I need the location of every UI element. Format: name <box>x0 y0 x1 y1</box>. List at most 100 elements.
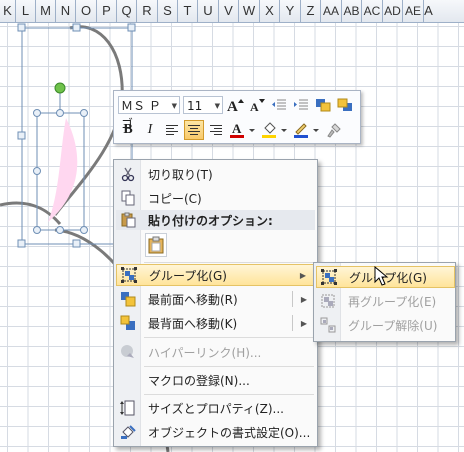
line-color-button[interactable] <box>292 120 322 140</box>
font-name-box[interactable]: ＭＳ Ｐゴ ▼ <box>118 96 180 131</box>
bring-forward-icon <box>316 99 331 112</box>
format-painter-icon <box>327 123 341 138</box>
align-center-button[interactable] <box>184 120 204 140</box>
split-separator <box>292 315 293 331</box>
menu-item-group[interactable]: グループ化(G) ▶ <box>116 264 315 286</box>
resize-handle[interactable] <box>17 131 26 140</box>
line-color-icon <box>294 123 319 138</box>
bring-to-front-icon <box>116 288 140 310</box>
paste-options-header: 貼り付けのオプション: <box>116 210 315 230</box>
dropdown-arrow-icon: ▼ <box>171 102 177 110</box>
menu-item-label: グループ化(G) <box>149 268 227 283</box>
menu-item-hyperlink: ハイパーリンク(H)... <box>116 341 315 363</box>
align-right-button[interactable] <box>206 120 226 140</box>
grow-font-icon: A <box>227 99 244 113</box>
resize-handle[interactable] <box>33 167 41 175</box>
split-separator <box>292 291 293 307</box>
resize-handle[interactable] <box>33 226 41 234</box>
send-backward-button[interactable] <box>335 95 355 115</box>
menu-item-bring-to-front[interactable]: 最前面へ移動(R) ▶ <box>116 288 315 310</box>
size-properties-icon <box>116 397 140 419</box>
resize-handle[interactable] <box>80 109 88 117</box>
bring-forward-button[interactable] <box>313 95 333 115</box>
menu-item-label: サイズとプロパティ(Z)... <box>148 401 284 416</box>
svg-text:A: A <box>227 99 238 113</box>
resize-handle[interactable] <box>56 109 64 117</box>
resize-handle[interactable] <box>127 23 136 32</box>
send-to-back-icon <box>116 312 140 334</box>
increase-indent-icon <box>294 99 308 110</box>
resize-handle[interactable] <box>17 23 26 32</box>
submenu-arrow-icon: ▶ <box>299 270 306 280</box>
align-left-button[interactable] <box>162 120 182 140</box>
submenu-item-ungroup: グループ解除(U) <box>316 314 455 336</box>
menu-item-label: マクロの登録(N)... <box>148 373 250 388</box>
font-color-icon: A <box>230 121 255 138</box>
rotation-handle[interactable] <box>54 82 66 94</box>
menu-item-cut[interactable]: 切り取り(T) <box>116 163 315 185</box>
paste-option-button[interactable] <box>145 233 167 257</box>
menu-item-label: オブジェクトの書式設定(O)... <box>148 425 311 440</box>
scissors-icon <box>116 163 140 185</box>
format-painter-button[interactable] <box>324 120 344 140</box>
send-backward-icon <box>337 98 352 111</box>
svg-text:A: A <box>232 121 242 136</box>
shrink-font-icon: A <box>250 99 265 113</box>
font-size-value: 11 <box>187 99 203 113</box>
submenu-arrow-icon[interactable]: ▶ <box>301 295 307 304</box>
resize-handle[interactable] <box>72 239 81 248</box>
fill-color-icon <box>262 122 287 138</box>
ungroup-icon <box>316 314 340 336</box>
mini-toolbar: ＭＳ Ｐゴ ▼ 11 ▼ A A B I A <box>113 90 361 144</box>
paste-clipboard-icon <box>148 236 164 254</box>
resize-handle[interactable] <box>56 226 64 234</box>
submenu-item-regroup: 再グループ化(E) <box>316 290 455 312</box>
align-left-icon <box>166 125 178 135</box>
menu-separator <box>144 262 314 263</box>
align-center-icon <box>188 125 200 135</box>
menu-item-send-to-back[interactable]: 最背面へ移動(K) ▶ <box>116 312 315 334</box>
paste-icon <box>116 212 140 228</box>
submenu-item-label: 再グループ化(E) <box>348 294 437 309</box>
resize-handle[interactable] <box>33 109 41 117</box>
font-color-button[interactable]: A <box>228 120 258 140</box>
curve-shape-left[interactable] <box>0 201 62 225</box>
hyperlink-icon <box>116 341 140 363</box>
menu-item-format-object[interactable]: オブジェクトの書式設定(O)... <box>116 421 315 443</box>
submenu-arrow-icon[interactable]: ▶ <box>301 319 307 328</box>
decrease-indent-icon <box>272 99 286 110</box>
shrink-font-button[interactable]: A <box>247 95 267 115</box>
grow-font-button[interactable]: A <box>225 95 245 115</box>
italic-button[interactable]: I <box>140 120 160 140</box>
submenu-item-label: グループ解除(U) <box>348 318 438 333</box>
increase-indent-button[interactable] <box>291 95 311 115</box>
format-object-icon <box>116 421 140 443</box>
menu-item-size-properties[interactable]: サイズとプロパティ(Z)... <box>116 397 315 419</box>
bold-button[interactable]: B <box>118 120 138 140</box>
menu-item-label: 最背面へ移動(K) <box>148 316 238 331</box>
group-icon <box>317 266 341 288</box>
bold-label: B <box>123 122 133 137</box>
resize-handle[interactable] <box>80 226 88 234</box>
resize-handle[interactable] <box>72 23 81 32</box>
menu-item-assign-macro[interactable]: マクロの登録(N)... <box>116 369 315 391</box>
menu-separator <box>144 366 314 367</box>
font-size-box[interactable]: 11 ▼ <box>183 96 223 114</box>
resize-handle[interactable] <box>17 239 26 248</box>
mouse-cursor-icon <box>374 266 389 286</box>
svg-text:A: A <box>250 100 259 113</box>
italic-label: I <box>147 122 153 137</box>
menu-item-label: 切り取り(T) <box>148 167 213 182</box>
menu-item-label: 最前面へ移動(R) <box>148 292 238 307</box>
decrease-indent-button[interactable] <box>269 95 289 115</box>
fill-color-button[interactable] <box>260 120 290 140</box>
group-icon <box>117 264 141 286</box>
menu-item-label: コピー(C) <box>148 191 202 206</box>
menu-item-copy[interactable]: コピー(C) <box>116 187 315 209</box>
regroup-icon <box>316 290 340 312</box>
font-name-value: ＭＳ Ｐゴ <box>121 99 161 131</box>
copy-icon <box>116 187 140 209</box>
menu-item-label: ハイパーリンク(H)... <box>148 345 262 360</box>
paste-options-label: 貼り付けのオプション: <box>148 213 273 228</box>
context-menu: 切り取り(T) コピー(C) 貼り付けのオプション: グループ化(G) ▶ 最前… <box>113 159 318 447</box>
